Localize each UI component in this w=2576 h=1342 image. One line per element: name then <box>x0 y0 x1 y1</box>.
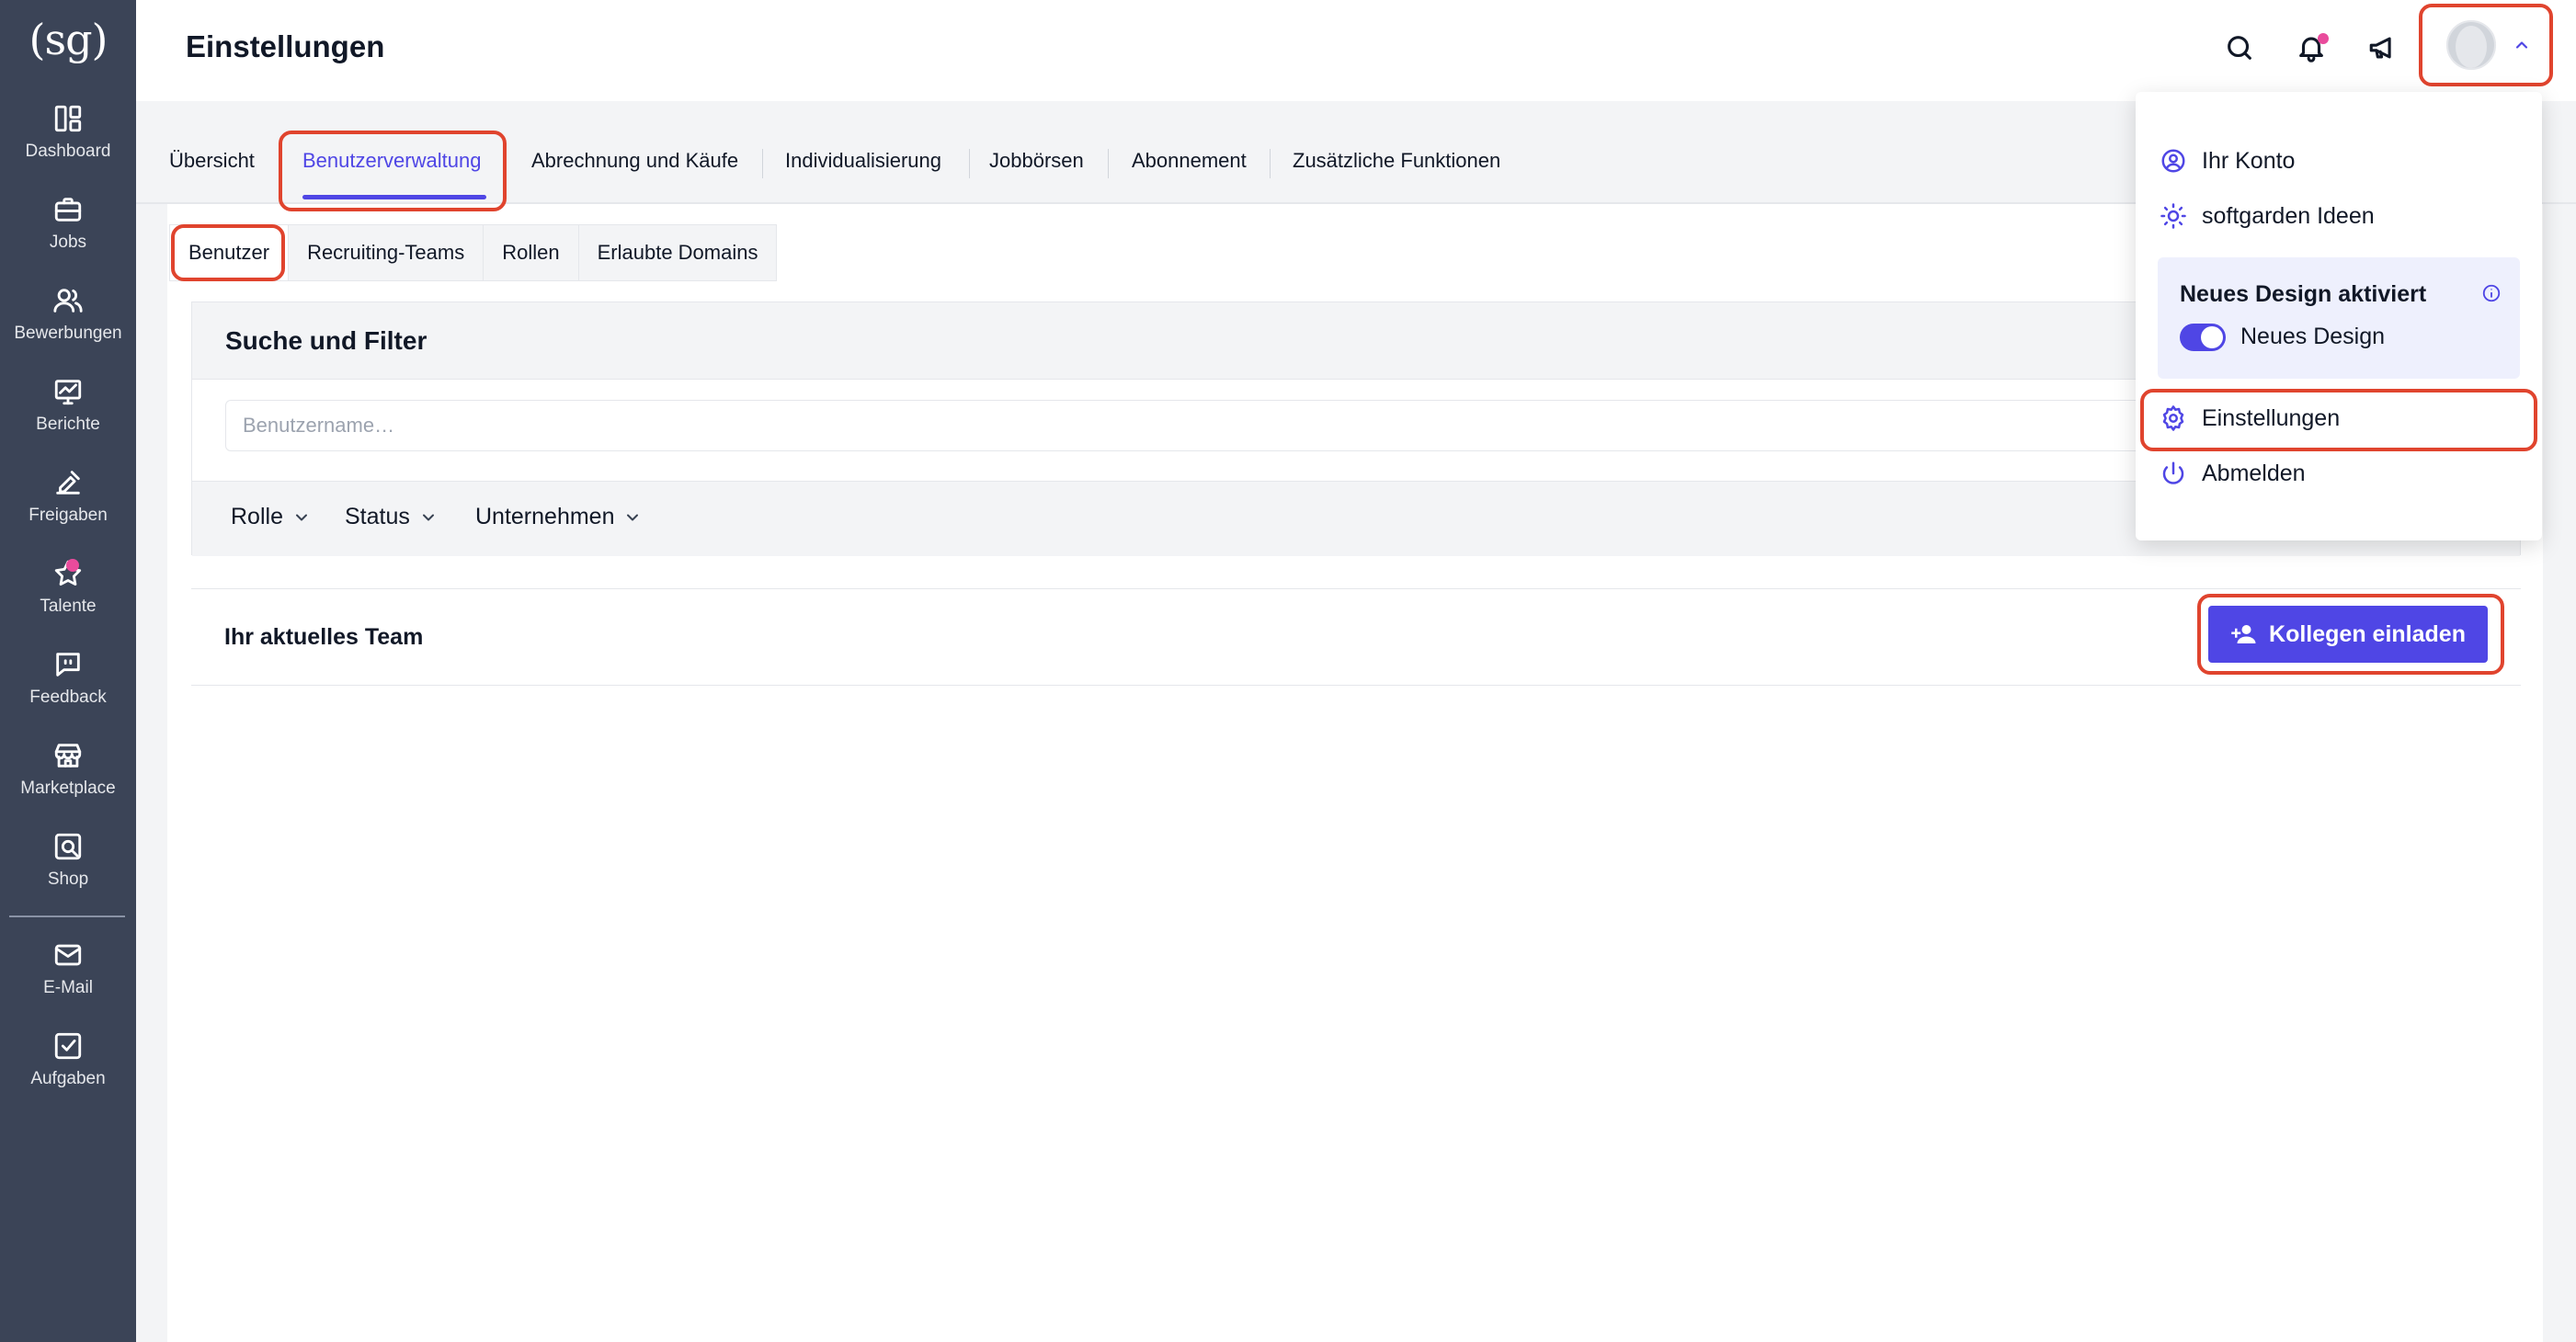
tasks-icon <box>54 1032 82 1060</box>
feedback-icon <box>56 653 80 677</box>
sidebar-item-marketplace[interactable]: Marketplace <box>0 740 136 823</box>
power-icon <box>2162 461 2184 484</box>
sidebar-item-aufgaben[interactable]: Aufgaben <box>0 1030 136 1113</box>
tab-separator <box>1108 149 1109 178</box>
sidebar-item-dashboard[interactable]: Dashboard <box>0 103 136 186</box>
megaphone-icon <box>2369 37 2391 59</box>
menu-item-label: softgarden Ideen <box>2202 202 2375 229</box>
invite-label: Kollegen einladen <box>2269 620 2466 647</box>
approval-icon <box>56 471 80 495</box>
menu-item-account[interactable]: Ihr Konto <box>2160 147 2295 175</box>
team-title: Ihr aktuelles Team <box>224 624 424 650</box>
tab-abrechnung[interactable]: Abrechnung und Käufe <box>531 149 738 173</box>
sidebar-item-label: Bewerbungen <box>14 324 122 343</box>
sidebar-item-label: E-Mail <box>43 978 93 997</box>
dashboard-icon <box>54 105 82 132</box>
tab-uebersicht[interactable]: Übersicht <box>169 149 255 173</box>
tab-individualisierung[interactable]: Individualisierung <box>785 149 941 173</box>
user-circle-icon <box>2161 149 2185 173</box>
sidebar-item-jobs[interactable]: Jobs <box>0 194 136 277</box>
shop-icon <box>54 833 82 860</box>
sidebar-item-label: Shop <box>47 870 89 889</box>
filter-unternehmen-dropdown[interactable]: Unternehmen <box>475 504 642 530</box>
users-icon <box>53 289 83 313</box>
info-icon[interactable] <box>2481 283 2502 303</box>
menu-item-label: Ihr Konto <box>2202 147 2296 174</box>
chevron-down-icon <box>295 514 307 520</box>
menu-item-logout[interactable]: Abmelden <box>2160 460 2306 487</box>
announcements-button[interactable] <box>2363 28 2403 68</box>
add-user-icon <box>2231 625 2256 643</box>
notification-badge <box>2318 33 2329 44</box>
filter-rolle-dropdown[interactable]: Rolle <box>231 504 311 530</box>
sidebar-item-label: Feedback <box>29 688 107 707</box>
store-icon <box>54 744 82 768</box>
new-design-panel: Neues Design aktiviert Neues Design <box>2158 257 2520 379</box>
invite-colleagues-button[interactable]: Kollegen einladen <box>2208 606 2488 663</box>
chevron-up-icon <box>2513 36 2531 54</box>
filter-status-dropdown[interactable]: Status <box>345 504 438 530</box>
sidebar: (sg) Dashboard Jobs Bewerbungen Berichte… <box>0 0 136 1342</box>
sidebar-item-label: Marketplace <box>20 779 116 798</box>
chevron-down-icon <box>627 514 639 520</box>
tab-jobboersen[interactable]: Jobbörsen <box>989 149 1084 173</box>
page-title: Einstellungen <box>186 29 385 63</box>
sidebar-item-label: Berichte <box>36 415 100 434</box>
subtab-rollen[interactable]: Rollen <box>484 224 579 281</box>
sidebar-item-shop[interactable]: Shop <box>0 831 136 914</box>
new-design-toggle[interactable] <box>2180 324 2226 351</box>
top-header: Einstellungen <box>136 0 2576 101</box>
briefcase-icon <box>54 198 82 222</box>
sidebar-item-email[interactable]: E-Mail <box>0 939 136 1022</box>
logo[interactable]: (sg) <box>0 15 136 64</box>
username-search-input[interactable] <box>225 400 2331 451</box>
sidebar-item-freigaben[interactable]: Freigaben <box>0 467 136 550</box>
search-button[interactable] <box>2219 28 2260 68</box>
sidebar-item-bewerbungen[interactable]: Bewerbungen <box>0 285 136 368</box>
highlight-box <box>279 131 507 211</box>
mail-icon <box>54 944 82 966</box>
avatar <box>2443 17 2500 74</box>
tab-separator <box>1270 149 1271 178</box>
sidebar-item-label: Talente <box>40 597 97 616</box>
notification-badge <box>66 559 79 572</box>
search-icon <box>2228 36 2251 60</box>
subtab-recruiting-teams[interactable]: Recruiting-Teams <box>289 224 484 281</box>
sidebar-item-label: Freigaben <box>28 506 108 525</box>
tab-separator <box>762 149 763 178</box>
filter-title: Suche und Filter <box>225 326 427 355</box>
team-card: Ihr aktuelles Team <box>191 588 2521 686</box>
menu-item-label: Abmelden <box>2202 460 2306 486</box>
tab-zusaetzliche-funktionen[interactable]: Zusätzliche Funktionen <box>1293 149 1500 173</box>
user-menu-button[interactable] <box>2419 4 2553 86</box>
sidebar-divider <box>9 916 125 917</box>
filter-label: Rolle <box>231 504 283 529</box>
chart-icon <box>54 380 82 405</box>
sidebar-item-label: Aufgaben <box>30 1069 106 1088</box>
user-menu-dropdown: Ihr Konto softgarden Ideen Neues Design … <box>2136 92 2542 540</box>
sidebar-item-berichte[interactable]: Berichte <box>0 376 136 459</box>
filter-label: Unternehmen <box>475 504 615 529</box>
highlight-box <box>2140 389 2537 451</box>
subtab-erlaubte-domains[interactable]: Erlaubte Domains <box>578 224 778 281</box>
menu-item-ideas[interactable]: softgarden Ideen <box>2160 202 2375 230</box>
lightbulb-icon <box>2160 203 2186 229</box>
toggle-label: Neues Design <box>2240 324 2386 349</box>
sidebar-item-feedback[interactable]: Feedback <box>0 649 136 732</box>
tab-separator <box>969 149 970 178</box>
sidebar-item-label: Jobs <box>49 233 87 252</box>
new-design-title: Neues Design aktiviert <box>2180 281 2427 307</box>
tab-abonnement[interactable]: Abonnement <box>1132 149 1247 173</box>
sidebar-item-label: Dashboard <box>25 142 111 161</box>
highlight-box <box>171 224 285 281</box>
filter-label: Status <box>345 504 410 529</box>
chevron-down-icon <box>422 514 434 520</box>
